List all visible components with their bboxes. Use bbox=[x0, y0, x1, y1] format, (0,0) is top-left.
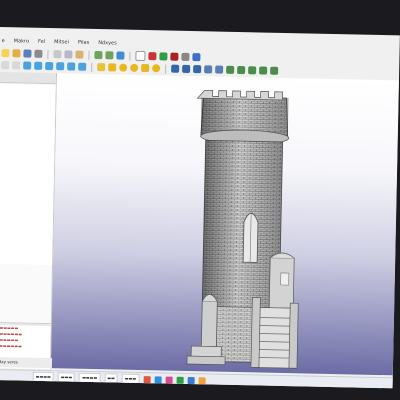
new-icon[interactable] bbox=[1, 49, 10, 58]
loft-icon[interactable] bbox=[270, 66, 279, 75]
play-icon[interactable] bbox=[159, 52, 168, 61]
sweep-icon[interactable] bbox=[259, 66, 268, 75]
combo-view-panel: ▬▬▬▬▬▬ ▬▬▬▬▬▬▬ ▬▬▬▬▬▬ ▬▬▬▬▬▬▬ bbox=[0, 71, 58, 370]
taskbar-window[interactable]: ▬▬▬▬ bbox=[32, 371, 54, 383]
mirror-icon[interactable] bbox=[248, 66, 257, 75]
undo-icon[interactable] bbox=[94, 50, 103, 60]
taskbar-window[interactable]: ▬▬▬ bbox=[57, 372, 76, 383]
app-icon[interactable] bbox=[143, 375, 151, 383]
report-line: ▬▬▬▬▬▬▬ bbox=[0, 342, 22, 349]
app-icon[interactable] bbox=[165, 376, 173, 384]
pointer-icon[interactable] bbox=[135, 50, 146, 62]
view-right-icon[interactable] bbox=[45, 61, 54, 71]
sphere-icon[interactable] bbox=[130, 63, 139, 72]
view-iso-icon[interactable] bbox=[12, 61, 21, 70]
measure-icon[interactable] bbox=[97, 63, 106, 72]
menu-item-macro[interactable]: Makro bbox=[14, 38, 29, 44]
paste-icon[interactable] bbox=[75, 50, 84, 59]
combo-view-header bbox=[0, 71, 57, 85]
help-icon[interactable] bbox=[192, 53, 201, 62]
torus-icon[interactable] bbox=[152, 64, 161, 73]
cut-tool-icon[interactable] bbox=[182, 64, 191, 73]
macro-icon[interactable] bbox=[148, 52, 157, 61]
view-fit-icon[interactable] bbox=[1, 61, 10, 70]
app-icon[interactable] bbox=[176, 376, 184, 384]
app-icon[interactable] bbox=[198, 376, 206, 384]
menu-item-edit[interactable]: e bbox=[2, 38, 5, 44]
vscode-icon[interactable] bbox=[187, 376, 195, 384]
view-bottom-icon[interactable] bbox=[67, 62, 76, 71]
taskbar-window[interactable]: ▬▬ bbox=[104, 373, 118, 384]
view-rear-icon[interactable] bbox=[56, 62, 65, 71]
fillet-icon[interactable] bbox=[204, 65, 213, 74]
intersection-icon[interactable] bbox=[193, 65, 202, 74]
status-bar: inday seres bbox=[0, 356, 53, 369]
chamfer-icon[interactable] bbox=[215, 65, 224, 74]
revolve-icon[interactable] bbox=[237, 65, 246, 75]
refresh-icon[interactable] bbox=[116, 51, 125, 60]
menu-item-measure[interactable]: Mitsei bbox=[54, 39, 69, 45]
cone-icon[interactable] bbox=[141, 63, 150, 73]
menu-item-part[interactable]: Fel bbox=[38, 39, 45, 45]
app-icon[interactable] bbox=[154, 375, 162, 383]
debug-icon[interactable] bbox=[181, 52, 190, 61]
save-icon[interactable] bbox=[23, 49, 32, 58]
taskbar-window[interactable]: ▬▬▬▬ bbox=[79, 372, 101, 384]
union-icon[interactable] bbox=[171, 64, 180, 73]
stop-icon[interactable] bbox=[170, 52, 179, 61]
cube-icon[interactable] bbox=[108, 63, 117, 72]
freecad-screen: e Makro Fel Mitsei Pilas Ndxyes ▬▬▬▬▬▬ ▬… bbox=[0, 27, 400, 389]
menu-item-help[interactable]: Ndxyes bbox=[98, 40, 117, 46]
copy-icon[interactable] bbox=[64, 50, 73, 59]
cut-icon[interactable] bbox=[53, 50, 62, 59]
cylinder-icon[interactable] bbox=[119, 63, 128, 72]
view-left-icon[interactable] bbox=[78, 62, 87, 71]
tower-model bbox=[186, 89, 299, 369]
extrude-icon[interactable] bbox=[226, 65, 235, 74]
print-icon[interactable] bbox=[34, 49, 43, 58]
redo-icon[interactable] bbox=[105, 51, 114, 60]
menu-item-window[interactable]: Pilas bbox=[78, 40, 89, 46]
taskbar-window[interactable]: ▬▬▬ bbox=[121, 373, 140, 384]
3d-viewport[interactable] bbox=[50, 73, 399, 376]
view-front-icon[interactable] bbox=[23, 61, 32, 70]
open-icon[interactable] bbox=[12, 49, 21, 58]
view-top-icon[interactable] bbox=[34, 61, 43, 70]
model-tree[interactable] bbox=[0, 83, 56, 266]
